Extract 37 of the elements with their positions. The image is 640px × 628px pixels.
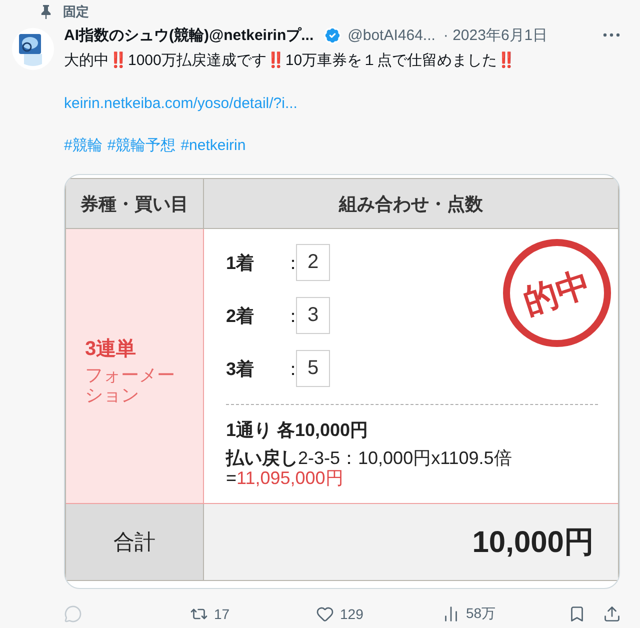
placing-label: 3着 [226, 358, 256, 380]
separator-text: ： [284, 252, 296, 274]
placing-number: 5 [296, 350, 330, 387]
author-handle[interactable]: @botAI464... [348, 26, 436, 44]
placing-label: 2着 [226, 304, 256, 328]
heart-icon [316, 605, 334, 623]
more-icon[interactable] [603, 33, 620, 37]
separator-text: ： [284, 358, 296, 380]
column-header: 組み合わせ・点数 [204, 179, 618, 229]
combination-text: 1通り 各10,000円 [226, 419, 370, 441]
like-button[interactable]: 129 [316, 605, 364, 623]
avatar[interactable] [12, 28, 54, 70]
bookmark-icon [568, 605, 586, 623]
column-header: 券種・買い目 [66, 179, 204, 229]
bar-chart-icon [442, 605, 460, 623]
bet-method: フォーメーション [85, 364, 176, 404]
bet-type-name: 3連単 [85, 336, 138, 362]
payout-text: 払い戻し2-3-5：10,000円x1109.5倍 =11,095,000円 [226, 448, 513, 488]
tweet-text: 大的中‼1000万払戻達成です‼10万車券を１点で仕留めました‼ [64, 51, 518, 71]
placing-label: 1着 [226, 252, 256, 274]
speech-bubble-icon [64, 605, 82, 623]
author-name[interactable]: AI指数のシュウ(競輪)@netkeirinプ... [64, 26, 314, 44]
hit-stamp: 的中 [503, 239, 611, 347]
post-date[interactable]: · 2023年6月1日 [443, 26, 548, 44]
bookmark-button[interactable] [568, 605, 586, 623]
separator-text: ： [284, 304, 296, 328]
placing-number: 3 [296, 297, 330, 334]
pin-icon [41, 5, 51, 19]
image-card[interactable]: 券種・買い目 組み合わせ・点数 3連単 フォーメーション 1着 ： 2 2着 ： 3 3着 ： 5 的中 1通り 各10,000円 払い戻し2-3-5：10,000円x1109.5倍 =11,095,000円 合計 10,000円 [64, 174, 620, 589]
upload-icon [603, 605, 621, 623]
share-button[interactable] [603, 605, 621, 623]
repost-button[interactable]: 17 [190, 605, 230, 623]
total-value-cell: 10,000円 [204, 504, 618, 580]
views-button[interactable]: 58万 [442, 605, 496, 623]
total-label-cell: 合計 [66, 504, 204, 580]
placing-number: 2 [296, 244, 330, 281]
pinned-label: 固定 [63, 3, 89, 21]
